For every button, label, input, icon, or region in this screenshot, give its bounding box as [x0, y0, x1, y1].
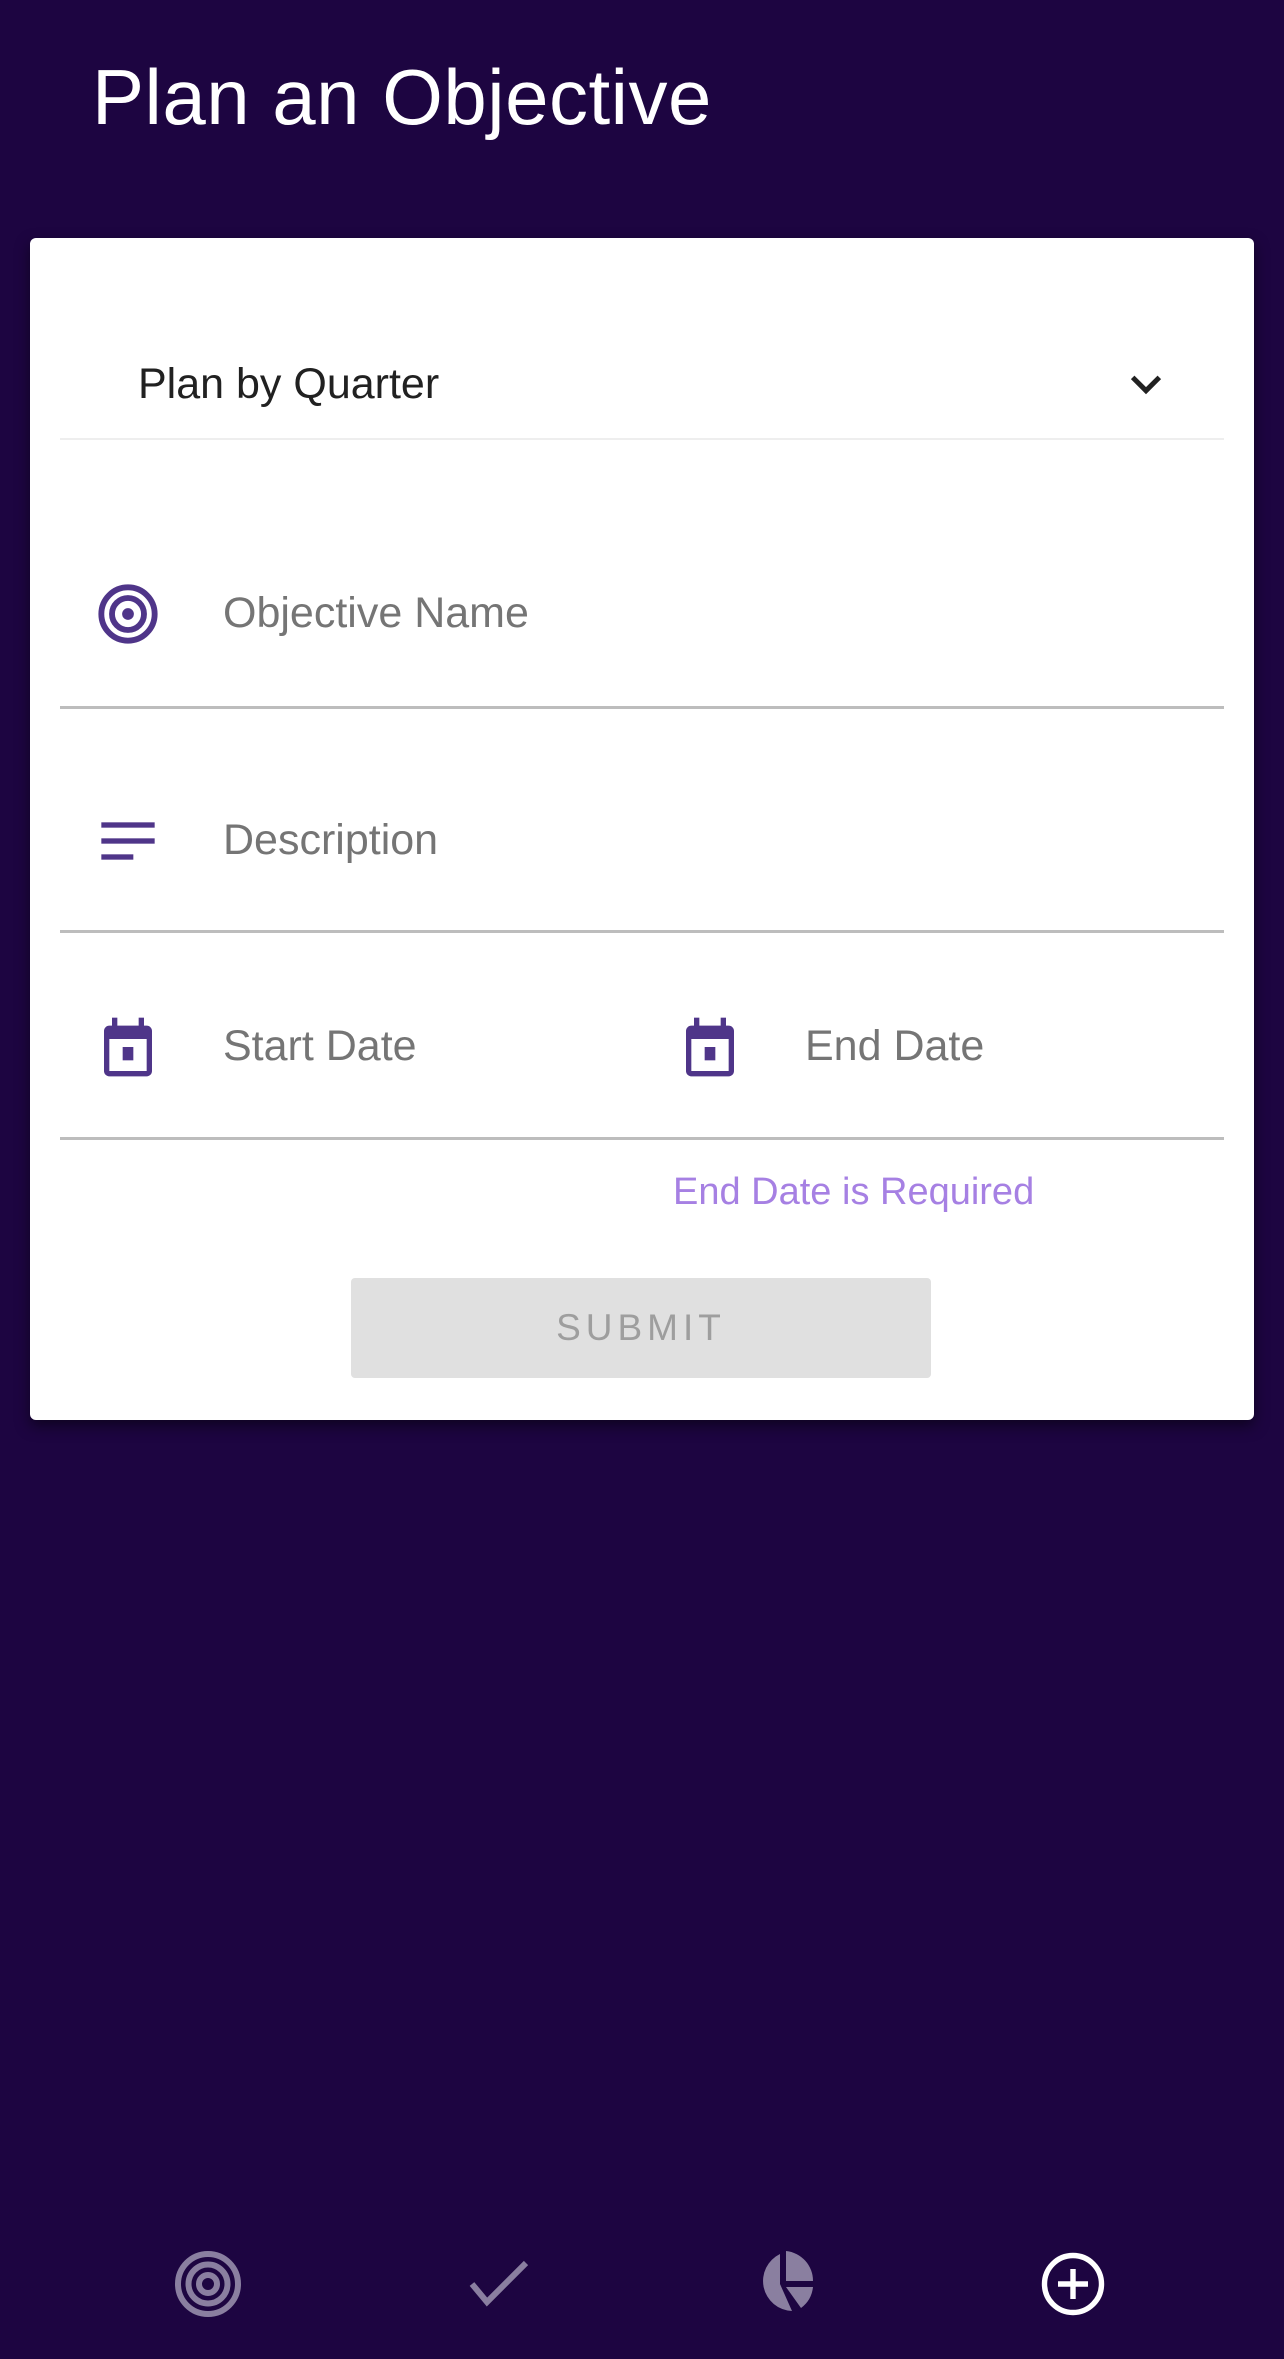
end-date-error: End Date is Required: [673, 1171, 1035, 1213]
objective-form-card: Plan by Quarter Objective Name Descripti…: [30, 238, 1254, 1420]
date-row: Start Date End Date: [60, 933, 1224, 1140]
calendar-icon: [104, 1017, 152, 1077]
target-icon[interactable]: [172, 2248, 244, 2320]
pie-chart-icon[interactable]: [747, 2248, 819, 2320]
submit-button[interactable]: SUBMIT: [351, 1278, 931, 1378]
page-title: Plan an Objective: [92, 53, 712, 141]
start-date-placeholder: Start Date: [223, 1022, 417, 1070]
start-date-field[interactable]: Start Date: [60, 933, 640, 1137]
add-circle-icon[interactable]: [1037, 2248, 1109, 2320]
check-icon[interactable]: [463, 2248, 535, 2320]
plan-select[interactable]: Plan by Quarter: [60, 328, 1224, 440]
end-date-placeholder: End Date: [805, 1022, 985, 1070]
description-placeholder: Description: [223, 816, 439, 864]
notes-icon: [101, 822, 155, 860]
objective-name-placeholder: Objective Name: [223, 589, 529, 637]
objective-name-field[interactable]: Objective Name: [60, 438, 1224, 709]
calendar-icon: [686, 1017, 734, 1077]
end-date-field[interactable]: End Date: [642, 933, 1224, 1137]
target-icon: [98, 584, 158, 644]
chevron-down-icon: [1130, 375, 1162, 395]
description-field[interactable]: Description: [60, 709, 1224, 933]
plan-select-value: Plan by Quarter: [138, 360, 440, 408]
